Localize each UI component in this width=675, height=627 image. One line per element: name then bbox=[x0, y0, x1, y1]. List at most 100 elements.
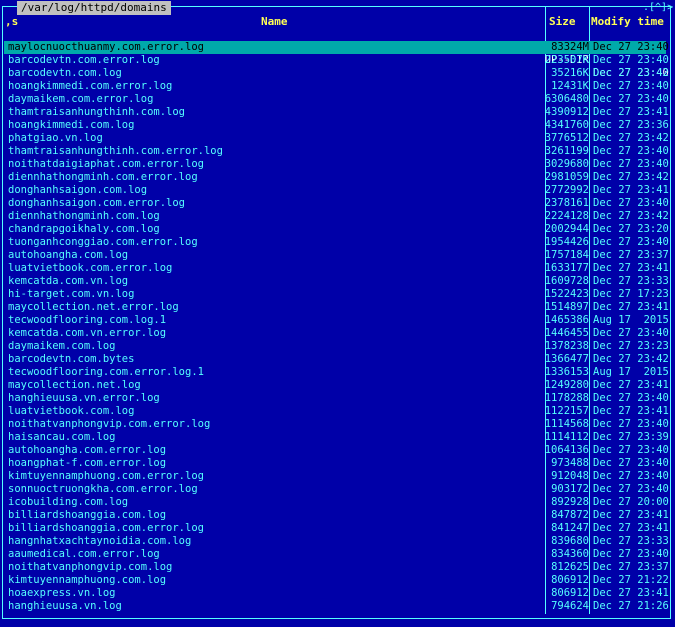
file-row[interactable]: hangnhatxachtaynoidia.com.log 839680 Dec 2… bbox=[4, 535, 669, 548]
file-row[interactable]: tecwoodflooring.com.log.1 1465386 Aug 17 2… bbox=[4, 314, 669, 327]
file-time: Dec 27 23:40 bbox=[593, 457, 669, 469]
file-name: hoangphat-f.com.error.log bbox=[8, 457, 167, 469]
file-row[interactable]: luatvietbook.com.log 1122157 Dec 27 23:41 bbox=[4, 405, 669, 418]
file-size: 1378238 bbox=[544, 340, 589, 352]
file-size: 1609728 bbox=[544, 275, 589, 287]
file-row[interactable]: noithatdaigiaphat.com.error.log 3029680 De… bbox=[4, 158, 669, 171]
file-row[interactable]: tecwoodflooring.com.error.log.1 1336153 Au… bbox=[4, 366, 669, 379]
file-size: 4341760 bbox=[544, 119, 589, 131]
file-size: 2981059 bbox=[544, 171, 589, 183]
file-row[interactable]: kemcatda.com.vn.log 1609728 Dec 27 23:33 bbox=[4, 275, 669, 288]
file-row[interactable]: kimtuyennamphuong.com.log 806912 Dec 27 21… bbox=[4, 574, 669, 587]
file-row[interactable]: chandrapgoikhaly.com.log 2002944 Dec 27 23… bbox=[4, 223, 669, 236]
file-name: daymaikem.com.log bbox=[8, 340, 116, 352]
file-row[interactable]: aaumedical.com.error.log 834360 Dec 27 23:… bbox=[4, 548, 669, 561]
file-row[interactable]: diennhathongminh.com.error.log 2981059 Dec… bbox=[4, 171, 669, 184]
file-name: kemcatda.com.vn.error.log bbox=[8, 327, 167, 339]
file-name: maycollection.net.log bbox=[8, 379, 141, 391]
file-row[interactable]: barcodevtn.com.error.log 223507K Dec 27 23… bbox=[4, 54, 669, 67]
file-time: Dec 27 23:41 bbox=[593, 509, 669, 521]
file-row[interactable]: kimtuyennamphuong.com.error.log 912048 Dec… bbox=[4, 470, 669, 483]
file-row[interactable]: donghanhsaigon.com.error.log 2378161 Dec 2… bbox=[4, 197, 669, 210]
file-size: 3776512 bbox=[544, 132, 589, 144]
modify-time-column-header[interactable]: Modify time bbox=[591, 15, 664, 28]
file-row[interactable]: sonnuoctruongkha.com.error.log 903172 Dec … bbox=[4, 483, 669, 496]
file-time: Dec 27 23:36 bbox=[593, 119, 669, 131]
file-row[interactable]: barcodevtn.com.bytes 1366477 Dec 27 23:42 bbox=[4, 353, 669, 366]
panel-path-title[interactable]: /var/log/httpd/domains bbox=[17, 1, 171, 15]
file-size: 847872 bbox=[551, 509, 589, 521]
file-time: Dec 27 23:20 bbox=[593, 223, 669, 235]
file-row[interactable]: donghanhsaigon.com.log 2772992 Dec 27 23:4… bbox=[4, 184, 669, 197]
parent-dir-row[interactable]: /.. UP--DIR Dec 27 23:40 bbox=[4, 28, 669, 79]
size-column-header[interactable]: Size bbox=[549, 15, 576, 28]
file-name: luatvietbook.com.error.log bbox=[8, 262, 173, 274]
file-time: Dec 27 23:40 bbox=[593, 236, 669, 248]
file-row[interactable]: hanghieuusa.vn.log 794624 Dec 27 21:26 bbox=[4, 600, 669, 613]
file-row[interactable]: maycollection.net.log 1249280 Dec 27 23:41 bbox=[4, 379, 669, 392]
file-size: 806912 bbox=[551, 587, 589, 599]
file-row[interactable]: barcodevtn.com.log 35216K Dec 27 23:42 bbox=[4, 67, 669, 80]
file-row[interactable]: billiardshoanggia.com.log 847872 Dec 27 23… bbox=[4, 509, 669, 522]
file-row[interactable]: phatgiao.vn.log 3776512 Dec 27 23:42 bbox=[4, 132, 669, 145]
file-row[interactable]: noithatvanphongvip.com.log 812625 Dec 27 2… bbox=[4, 561, 669, 574]
file-name: thamtraisanhungthinh.com.log bbox=[8, 106, 186, 118]
file-row[interactable]: thamtraisanhungthinh.com.log 4390912 Dec 2… bbox=[4, 106, 669, 119]
file-time: Dec 27 23:37 bbox=[593, 249, 669, 261]
file-row[interactable]: hoaexpress.vn.log 806912 Dec 27 23:41 bbox=[4, 587, 669, 600]
file-row[interactable]: maycollection.net.error.log 1514897 Dec 27… bbox=[4, 301, 669, 314]
file-row[interactable]: haisancau.com.log 1114112 Dec 27 23:39 bbox=[4, 431, 669, 444]
sort-indicator[interactable]: ,s bbox=[5, 15, 18, 28]
file-row[interactable]: diennhathongminh.com.log 2224128 Dec 27 23… bbox=[4, 210, 669, 223]
file-time: Dec 27 23:42 bbox=[593, 67, 669, 79]
file-row[interactable]: autohoangha.com.error.log 1064136 Dec 27 2… bbox=[4, 444, 669, 457]
file-name: donghanhsaigon.com.error.log bbox=[8, 197, 186, 209]
file-time: Aug 17 2015 bbox=[593, 366, 669, 378]
file-row[interactable]: icobuilding.com.log 892928 Dec 27 20:00 bbox=[4, 496, 669, 509]
file-size: 35216K bbox=[551, 67, 589, 79]
file-time: Dec 27 23:42 bbox=[593, 353, 669, 365]
file-name: hoangkimmedi.com.error.log bbox=[8, 80, 173, 92]
file-row[interactable]: kemcatda.com.vn.error.log 1446455 Dec 27 2… bbox=[4, 327, 669, 340]
file-time: Dec 27 23:41 bbox=[593, 262, 669, 274]
file-time: Dec 27 23:42 bbox=[593, 210, 669, 222]
file-row[interactable]: luatvietbook.com.error.log 1633177 Dec 27 … bbox=[4, 262, 669, 275]
panel-corner-controls[interactable]: .[^]> bbox=[643, 2, 673, 14]
file-row[interactable]: hanghieuusa.vn.error.log 1178288 Dec 27 23… bbox=[4, 392, 669, 405]
file-size: 839680 bbox=[551, 535, 589, 547]
file-row[interactable]: daymaikem.com.log 1378238 Dec 27 23:23 bbox=[4, 340, 669, 353]
file-size: 3029680 bbox=[544, 158, 589, 170]
file-time: Dec 27 23:41 bbox=[593, 405, 669, 417]
name-column-header[interactable]: Name bbox=[261, 15, 288, 28]
file-size: 1249280 bbox=[544, 379, 589, 391]
file-size: 912048 bbox=[551, 470, 589, 482]
file-row[interactable]: hi-target.com.vn.log 1522423 Dec 27 17:23 bbox=[4, 288, 669, 301]
file-name: noithatdaigiaphat.com.error.log bbox=[8, 158, 204, 170]
file-name: tecwoodflooring.com.error.log.1 bbox=[8, 366, 204, 378]
file-size: 83324M bbox=[551, 41, 589, 53]
file-name: maycollection.net.error.log bbox=[8, 301, 179, 313]
file-time: Dec 27 23:40 bbox=[593, 444, 669, 456]
file-row[interactable]: thamtraisanhungthinh.com.error.log 326119… bbox=[4, 145, 669, 158]
file-row[interactable]: autohoangha.com.log 1757184 Dec 27 23:37 bbox=[4, 249, 669, 262]
file-size: 1757184 bbox=[544, 249, 589, 261]
file-name: phatgiao.vn.log bbox=[8, 132, 103, 144]
file-name: kimtuyennamphuong.com.error.log bbox=[8, 470, 204, 482]
file-row[interactable]: daymaikem.com.error.log 6306480 Dec 27 23:… bbox=[4, 93, 669, 106]
file-name: daymaikem.com.error.log bbox=[8, 93, 154, 105]
file-row[interactable]: billiardshoanggia.com.error.log 841247 Dec… bbox=[4, 522, 669, 535]
file-name: autohoangha.com.log bbox=[8, 249, 129, 261]
file-time: Dec 27 23:40 bbox=[593, 158, 669, 170]
file-row[interactable]: hoangkimmedi.com.log 4341760 Dec 27 23:36 bbox=[4, 119, 669, 132]
file-row[interactable]: noithatvanphongvip.com.error.log 1114568 D… bbox=[4, 418, 669, 431]
file-time: Dec 27 20:00 bbox=[593, 496, 669, 508]
file-time: Dec 27 23:23 bbox=[593, 340, 669, 352]
file-row[interactable]: tuonganhconggiao.com.error.log 1954426 Dec… bbox=[4, 236, 669, 249]
file-time: Dec 27 23:40 bbox=[593, 54, 669, 66]
file-time: Dec 27 23:40 bbox=[593, 41, 669, 53]
file-row-selected[interactable]: maylocnuocthuanmy.com.error.log 83324M Dec… bbox=[4, 41, 669, 54]
file-row[interactable]: hoangkimmedi.com.error.log 12431K Dec 27 2… bbox=[4, 80, 669, 93]
file-time: Dec 27 23:37 bbox=[593, 561, 669, 573]
file-time: Dec 27 23:41 bbox=[593, 587, 669, 599]
file-row[interactable]: hoangphat-f.com.error.log 973488 Dec 27 23… bbox=[4, 457, 669, 470]
